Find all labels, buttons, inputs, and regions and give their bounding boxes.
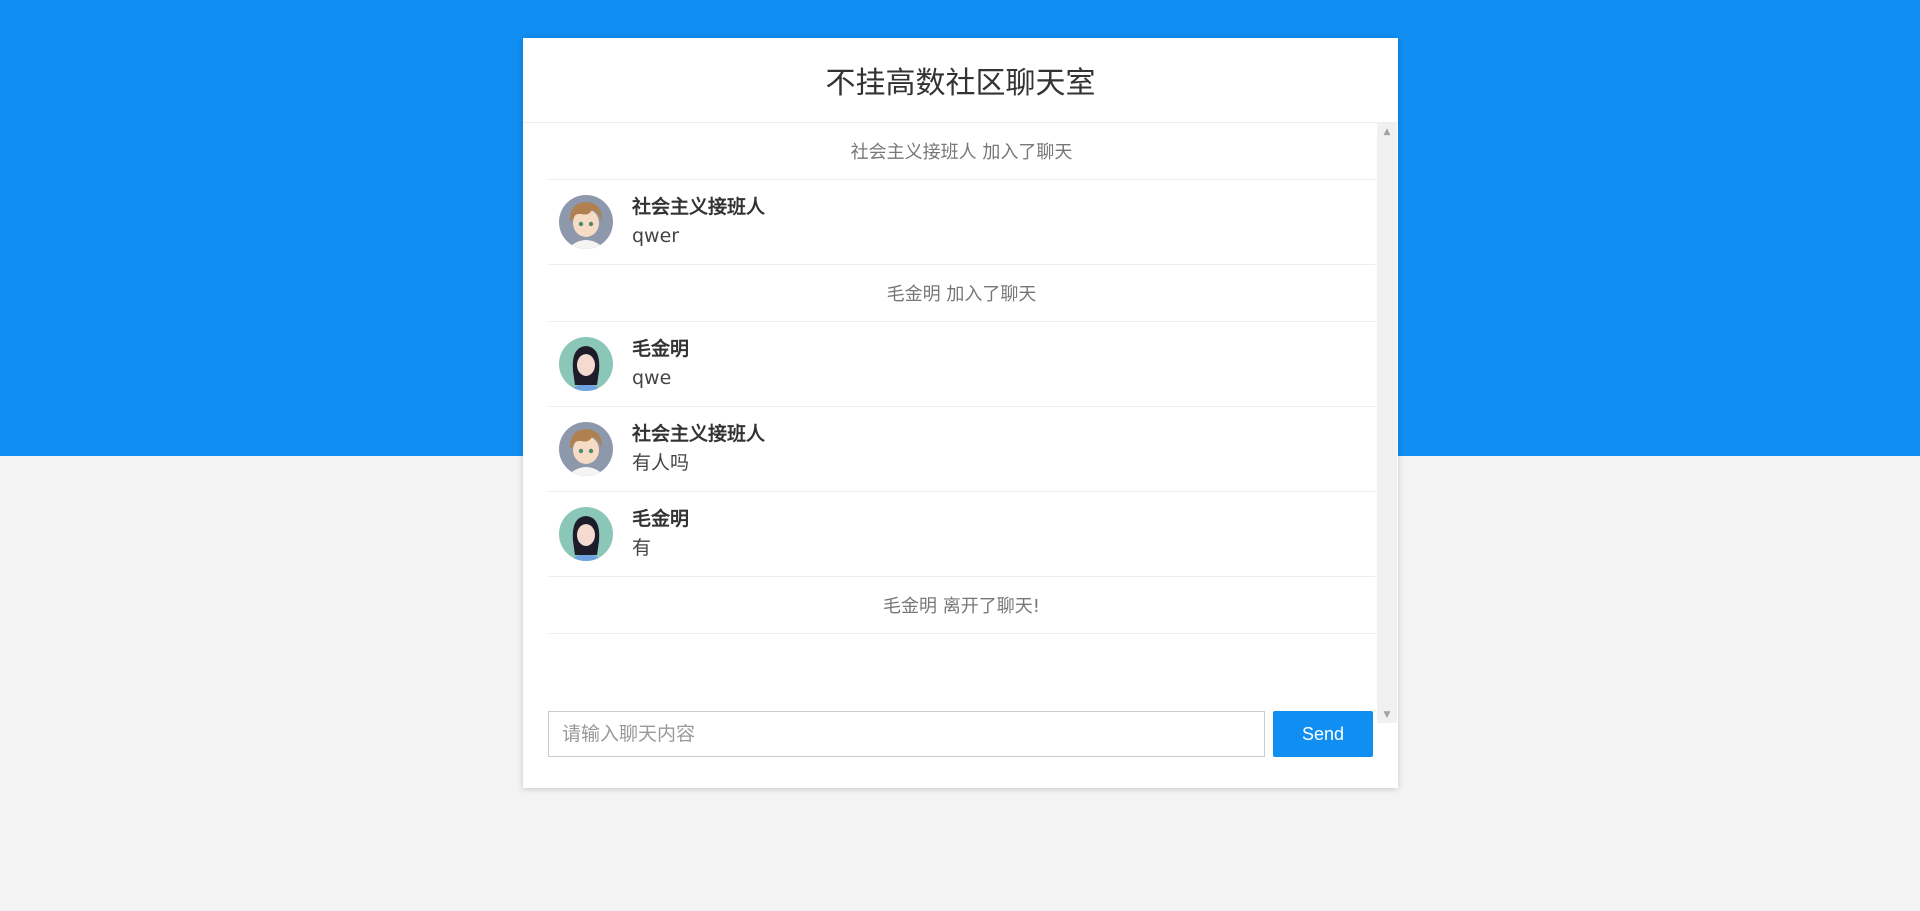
scroll-down-arrow-icon[interactable]: ▼ xyxy=(1377,706,1397,723)
anime-boy-avatar xyxy=(559,422,613,476)
message-text-block: 毛金明有 xyxy=(632,505,689,563)
send-button[interactable]: Send xyxy=(1273,711,1373,757)
chat-body: 社会主义接班人 加入了聊天社会主义接班人 qwer 毛金明 加入了聊天毛金明 qwe 社… xyxy=(523,123,1398,723)
message-username: 社会主义接班人 xyxy=(632,423,766,445)
message-content: qwer xyxy=(632,225,680,247)
system-notice: 毛金明 加入了聊天 xyxy=(548,265,1375,322)
message-text-block: 毛金明 qwe xyxy=(632,335,689,393)
message-username: 社会主义接班人 xyxy=(632,196,766,218)
message-text-block: 社会主义接班人 有人吗 xyxy=(632,420,765,478)
scroll-up-arrow-icon[interactable]: ▲ xyxy=(1377,123,1397,140)
message-username: 毛金明 xyxy=(632,508,690,530)
chat-message: 社会主义接班人 有人吗 xyxy=(548,407,1375,492)
girl-photo-avatar xyxy=(559,507,613,561)
message-content: qwe xyxy=(632,367,672,389)
chat-window: 不挂高数社区聊天室 社会主义接班人 加入了聊天社会主义接班人 qwer 毛金明 加入… xyxy=(523,38,1398,788)
composer: Send xyxy=(548,711,1373,759)
chat-message: 毛金明 qwe xyxy=(548,322,1375,407)
message-content: 有人吗 xyxy=(632,452,690,474)
message-list[interactable]: 社会主义接班人 加入了聊天社会主义接班人 qwer 毛金明 加入了聊天毛金明 qwe 社… xyxy=(548,123,1375,723)
anime-boy-avatar xyxy=(559,195,613,249)
chat-title: 不挂高数社区聊天室 xyxy=(825,66,1096,101)
chat-message-input[interactable] xyxy=(548,711,1265,757)
girl-photo-avatar xyxy=(559,337,613,391)
chat-message: 毛金明有 xyxy=(548,492,1375,577)
message-username: 毛金明 xyxy=(632,338,690,360)
chat-message: 社会主义接班人 qwer xyxy=(548,180,1375,265)
message-scrollbar[interactable]: ▲ ▼ xyxy=(1377,123,1397,723)
message-text-block: 社会主义接班人 qwer xyxy=(632,193,765,251)
message-content: 有 xyxy=(632,537,652,559)
chat-header: 不挂高数社区聊天室 xyxy=(523,38,1398,123)
system-notice: 毛金明 离开了聊天! xyxy=(548,577,1375,634)
system-notice: 社会主义接班人 加入了聊天 xyxy=(548,123,1375,180)
